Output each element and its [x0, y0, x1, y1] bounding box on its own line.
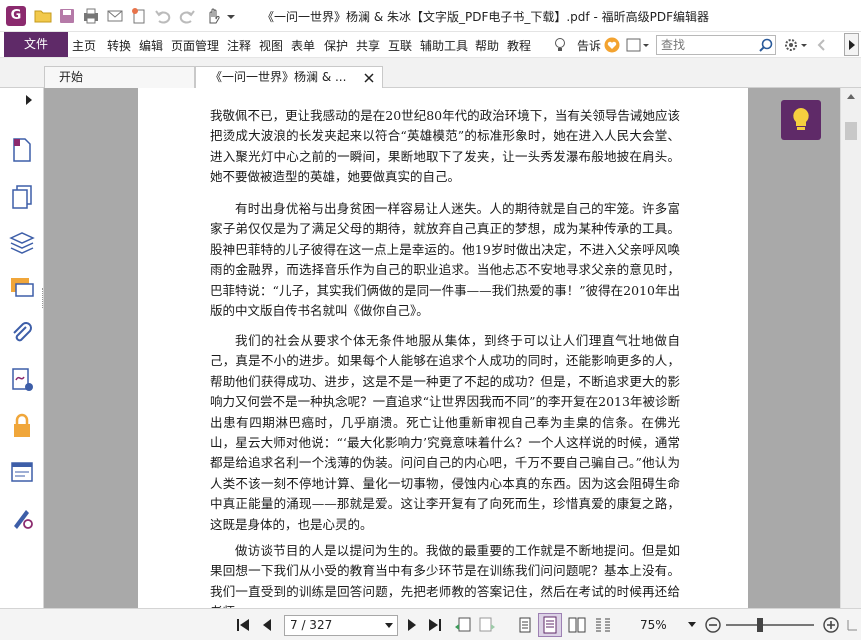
save-icon[interactable]	[58, 7, 76, 25]
form-fields-icon[interactable]	[8, 458, 36, 486]
expand-panel-icon[interactable]	[24, 94, 34, 106]
menu-convert[interactable]: 转换	[107, 37, 131, 54]
comments-icon[interactable]	[8, 274, 36, 302]
signature-icon[interactable]	[8, 366, 36, 394]
document-viewer[interactable]: 我敬佩不已，更让我感动的是在20世纪80年代的政治环境下，当有关领导告诫她应该把…	[44, 88, 840, 608]
undo-icon[interactable]	[154, 7, 172, 25]
redo-icon[interactable]	[178, 7, 196, 25]
menu-bar: 文件 主页 转换 编辑 页面管理 注释 视图 表单 保护 共享 互联 辅助工具 …	[0, 32, 861, 58]
menu-form[interactable]: 表单	[291, 37, 315, 54]
smart-hint-button[interactable]	[781, 100, 821, 140]
single-page-view-icon[interactable]	[516, 616, 534, 634]
scroll-up-icon[interactable]	[846, 92, 856, 100]
menu-comment[interactable]: 注释	[227, 37, 251, 54]
first-page-icon[interactable]	[234, 616, 252, 634]
attachments-icon[interactable]	[8, 320, 36, 348]
search-icon[interactable]	[758, 38, 773, 53]
paragraph-4: 做访谈节目的人是以提问为生的。我做的最重要的工作就是不断地提问。但是如果回想一下…	[210, 543, 680, 608]
zoom-dropdown-icon[interactable]	[688, 622, 696, 628]
feedback-heart-icon[interactable]	[604, 37, 620, 53]
paragraph-1: 我敬佩不已，更让我感动的是在20世纪80年代的政治环境下，当有关领导告诫她应该把…	[210, 108, 680, 185]
menu-accessibility[interactable]: 辅助工具	[420, 37, 468, 54]
menu-tutorial[interactable]: 教程	[507, 37, 531, 54]
zoom-slider-thumb[interactable]	[757, 618, 763, 632]
tell-me[interactable]: 告诉	[577, 37, 601, 54]
ribbon-scroll-right-button[interactable]	[844, 33, 859, 56]
file-menu[interactable]: 文件	[4, 32, 68, 57]
close-tab-icon[interactable]	[364, 73, 374, 83]
layers-icon[interactable]	[8, 228, 36, 256]
next-view-icon[interactable]	[478, 616, 496, 634]
navigation-panel	[0, 88, 44, 608]
tab-bar: 开始 《一问一世界》杨澜 & ...	[0, 58, 861, 89]
copy-pages-icon[interactable]	[8, 182, 36, 210]
tab-start-label: 开始	[59, 70, 84, 84]
certify-icon[interactable]	[8, 504, 36, 532]
zoom-in-icon[interactable]	[822, 616, 840, 634]
zoom-out-icon[interactable]	[704, 616, 722, 634]
page-dropdown-icon[interactable]	[385, 623, 393, 629]
open-folder-icon[interactable]	[34, 7, 52, 25]
search-input[interactable]	[657, 36, 753, 54]
new-document-icon[interactable]	[130, 7, 148, 25]
lightbulb-icon	[793, 108, 809, 130]
window-title: 《一问一世界》杨澜 & 朱冰【文字版_PDF电子书_下载】.pdf - 福昕高级…	[262, 10, 709, 24]
menu-protect[interactable]: 保护	[324, 37, 348, 54]
tab-document[interactable]: 《一问一世界》杨澜 & ...	[195, 66, 383, 89]
zoom-slider[interactable]	[726, 624, 814, 626]
pages-thumbnail-icon[interactable]	[8, 136, 36, 164]
previous-page-icon[interactable]	[258, 616, 276, 634]
continuous-view-icon	[543, 616, 557, 634]
zoom-level[interactable]: 75%	[640, 618, 667, 632]
search-box	[656, 35, 776, 55]
menu-share[interactable]: 共享	[356, 37, 380, 54]
menu-page-management[interactable]: 页面管理	[171, 37, 219, 54]
tab-start[interactable]: 开始	[44, 66, 195, 88]
email-icon[interactable]	[106, 7, 124, 25]
document-page: 我敬佩不已，更让我感动的是在20世纪80年代的政治环境下，当有关领导告诫她应该把…	[138, 88, 748, 608]
ribbon-scroll-right-icon	[849, 40, 855, 50]
continuous-view-button[interactable]	[538, 613, 562, 637]
title-bar: G 《一问一世界》杨澜 & 朱冰【文字版_PDF电子书_下载】.pdf - 福昕…	[0, 0, 861, 32]
tab-document-label: 《一问一世界》杨澜 & ...	[210, 70, 347, 84]
last-page-icon[interactable]	[426, 616, 444, 634]
paragraph-3: 我们的社会从要求个体无条件地服从集体，到终于可以让人们理直气壮地做自己，真是不小…	[210, 333, 680, 532]
menu-home[interactable]: 主页	[72, 37, 96, 54]
scrollbar-thumb[interactable]	[845, 122, 857, 140]
hand-tool-icon[interactable]	[204, 7, 222, 25]
status-bar: 7 / 327 75%	[0, 608, 861, 640]
ribbon-scroll-left-icon[interactable]	[816, 37, 828, 53]
print-icon[interactable]	[82, 7, 100, 25]
security-lock-icon[interactable]	[8, 412, 36, 440]
continuous-facing-icon[interactable]	[594, 616, 612, 634]
paragraph-2: 有时出身优裕与出身贫困一样容易让人迷失。人的期待就是自己的牢笼。许多富家子弟仅仅…	[210, 201, 680, 319]
page-indicator: 7 / 327	[290, 618, 333, 632]
next-page-icon[interactable]	[403, 616, 421, 634]
app-logo-icon[interactable]: G	[6, 6, 26, 26]
lightbulb-hint-icon	[555, 38, 565, 51]
menu-help[interactable]: 帮助	[475, 37, 499, 54]
expand-icon[interactable]	[846, 619, 858, 631]
gear-icon[interactable]	[782, 36, 808, 54]
vertical-scrollbar[interactable]	[840, 88, 861, 608]
menu-edit[interactable]: 编辑	[139, 37, 163, 54]
previous-view-icon[interactable]	[454, 616, 472, 634]
menu-connect[interactable]: 互联	[388, 37, 412, 54]
facing-view-icon[interactable]	[568, 616, 586, 634]
customize-dropdown-icon[interactable]	[224, 7, 238, 25]
menu-view[interactable]: 视图	[259, 37, 283, 54]
page-number-input[interactable]: 7 / 327	[284, 615, 398, 636]
skin-picker-icon[interactable]	[626, 37, 650, 53]
